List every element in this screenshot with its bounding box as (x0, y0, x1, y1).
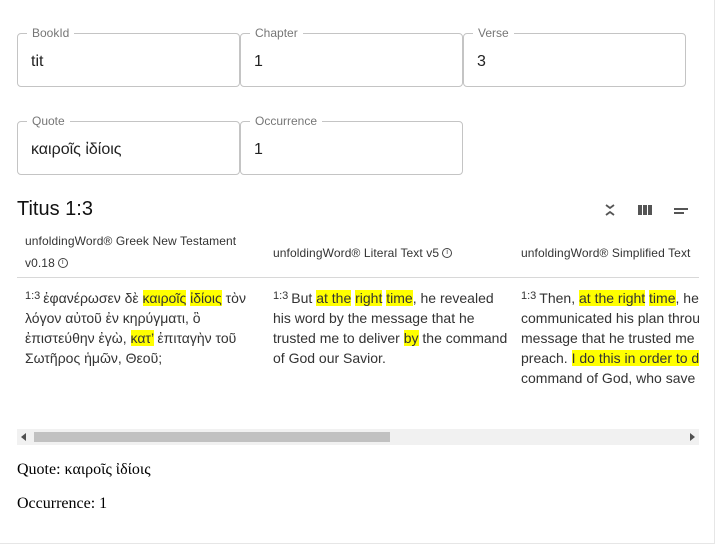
verse-text: communicated his plan throu (521, 310, 699, 326)
verse-text: Then, (539, 290, 579, 306)
collapse-icon[interactable] (602, 203, 618, 217)
quote-label: Quote (27, 114, 70, 128)
verse-text: But (291, 290, 317, 306)
verse-line: Σωτῆρος ἡμῶν, Θεοῦ; (25, 348, 265, 368)
highlighted-word[interactable]: καιροῖς (142, 290, 187, 306)
pane-title-line2: v0.18 i (25, 252, 273, 274)
verse-text: his word by the message that he (273, 310, 475, 326)
highlighted-word[interactable]: by (403, 330, 419, 346)
bookid-field[interactable]: BookId tit (17, 26, 240, 87)
verse-line: of God our Savior. (273, 348, 513, 368)
verse-text: command of God, who save (521, 370, 696, 386)
verse-text: trusted me to deliver (273, 330, 404, 346)
footer-occurrence: Occurrence: 1 (17, 495, 108, 512)
chapter-input[interactable]: 1 (254, 53, 263, 71)
verse-line: 1:3 Then, at the right time, he (521, 286, 699, 308)
horizontal-scrollbar[interactable] (17, 429, 699, 445)
verse-number: 1:3 (25, 290, 41, 302)
verse-label: Verse (473, 26, 514, 40)
pane-text-simplified: 1:3 Then, at the right time, he communicat… (521, 286, 699, 388)
occurrence-label: Occurrence (250, 114, 323, 128)
bookid-input[interactable]: tit (31, 53, 43, 71)
scrollbar-thumb[interactable] (34, 432, 390, 442)
verse-text: , he (675, 290, 699, 306)
highlighted-word[interactable]: time (386, 290, 413, 306)
highlighted-word[interactable]: ἰδίοις (190, 290, 222, 306)
verse-text: τὸν (221, 290, 246, 306)
verse-line: ἐπιστεύθην ἐγὼ, κατ’ ἐπιταγὴν τοῦ (25, 328, 265, 348)
verse-line: command of God, who save (521, 368, 699, 388)
highlighted-word[interactable]: κατ’ (130, 330, 154, 346)
verse-line: his word by the message that he (273, 308, 513, 328)
pane-title: unfoldingWord® Literal Text v5 (273, 246, 440, 260)
pane-version: v0.18 (25, 256, 55, 270)
verse-line: 1:3 But at the right time, he revealed (273, 286, 513, 308)
verse-line: message that he trusted me (521, 328, 699, 348)
chapter-field[interactable]: Chapter 1 (240, 26, 463, 87)
highlighted-word[interactable]: at the right (579, 290, 646, 306)
verse-number: 1:3 (521, 290, 537, 302)
pane-title-line1: unfoldingWord® Literal Text v5 i (273, 242, 521, 264)
bookid-label: BookId (27, 26, 75, 40)
info-icon[interactable]: i (57, 258, 68, 268)
quote-input[interactable]: καιροῖς ἰδίοις (31, 141, 122, 159)
pane-header-greek: unfoldingWord® Greek New Testament v0.18… (25, 225, 273, 274)
verse-text: ἐπιστεύθην ἐγὼ, (25, 330, 131, 346)
occurrence-input[interactable]: 1 (254, 141, 263, 159)
verse-number: 1:3 (273, 290, 289, 302)
highlighted-word[interactable]: I do this in order to d (571, 350, 699, 366)
verse-text: , he revealed (412, 290, 494, 306)
verse-text: Σωτῆρος ἡμῶν, Θεοῦ; (25, 350, 163, 366)
verse-line: communicated his plan throu (521, 308, 699, 328)
quote-field[interactable]: Quote καιροῖς ἰδίοις (17, 114, 240, 175)
scripture-reference-title: Titus 1:3 (17, 198, 93, 220)
columns-icon[interactable] (637, 203, 653, 217)
verse-text: ἐπιταγὴν τοῦ (153, 330, 237, 346)
verse-line: preach. I do this in order to d (521, 348, 699, 368)
verse-input[interactable]: 3 (477, 53, 486, 71)
pane-title-line1: unfoldingWord® Greek New Testament (25, 234, 237, 248)
pane-header-simplified: unfoldingWord® Simplified Text (521, 225, 699, 264)
verse-line: trusted me to deliver by the command (273, 328, 513, 348)
scroll-left-arrow-icon[interactable] (21, 433, 26, 441)
rows-icon[interactable] (673, 203, 689, 217)
verse-field[interactable]: Verse 3 (463, 26, 686, 87)
footer-quote: Quote: καιροῖς ἰδίοις (17, 461, 151, 478)
verse-text: preach. (521, 350, 572, 366)
chapter-label: Chapter (250, 26, 303, 40)
pane-text-literal: 1:3 But at the right time, he revealed his… (273, 286, 513, 368)
pane-header-literal: unfoldingWord® Literal Text v5 i (273, 225, 521, 264)
verse-text: λόγον αὐτοῦ ἐν κηρύγματι, ὃ (25, 310, 201, 326)
highlighted-word[interactable]: right (355, 290, 383, 306)
scroll-right-arrow-icon[interactable] (690, 433, 695, 441)
verse-text: ἐφανέρωσεν δὲ (43, 290, 143, 306)
verse-text: the command (418, 330, 508, 346)
info-icon[interactable]: i (442, 248, 453, 258)
pane-title-line1: unfoldingWord® Simplified Text (521, 246, 691, 260)
highlighted-word[interactable]: time (649, 290, 676, 306)
verse-line: λόγον αὐτοῦ ἐν κηρύγματι, ὃ (25, 308, 265, 328)
highlighted-word[interactable]: at the (316, 290, 352, 306)
occurrence-field[interactable]: Occurrence 1 (240, 114, 463, 175)
pane-text-greek: 1:3 ἐφανέρωσεν δὲ καιροῖς ἰδίοις τὸν λόγον… (25, 286, 265, 368)
header-divider (17, 277, 699, 278)
verse-text: message that he trusted me (521, 330, 695, 346)
verse-text: of God our Savior. (273, 350, 386, 366)
verse-line: 1:3 ἐφανέρωσεν δὲ καιροῖς ἰδίοις τὸν (25, 286, 265, 308)
